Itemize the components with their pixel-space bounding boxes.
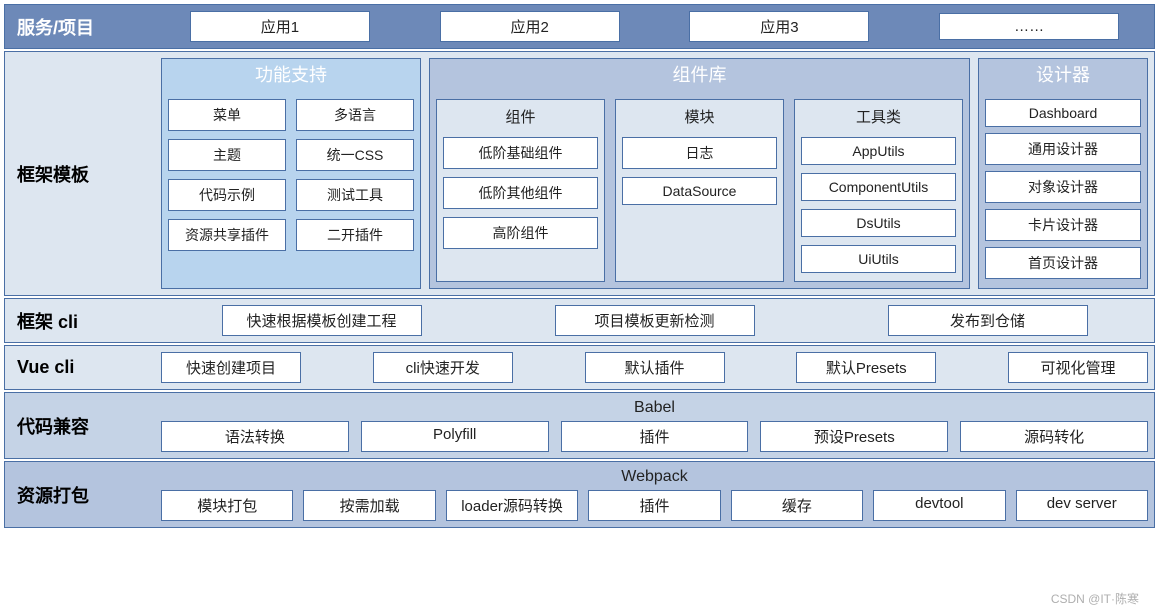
app-box: 应用1 (190, 11, 370, 42)
component-library-title: 组件库 (430, 59, 969, 93)
webpack-item: dev server (1016, 490, 1148, 521)
webpack-item: loader源码转换 (446, 490, 578, 521)
module-item: 日志 (622, 137, 777, 169)
tool-item: UiUtils (801, 245, 956, 273)
code-compat-row: 代码兼容 Babel 语法转换 Polyfill 插件 预设Presets 源码… (4, 392, 1155, 459)
babel-items: 语法转换 Polyfill 插件 预设Presets 源码转化 (161, 421, 1148, 452)
vue-cli-row: Vue cli 快速创建项目 cli快速开发 默认插件 默认Presets 可视… (4, 345, 1155, 390)
babel-item: 语法转换 (161, 421, 349, 452)
framework-template-row: 框架模板 功能支持 菜单 多语言 主题 统一CSS 代码示例 测试工具 资源共享… (4, 51, 1155, 296)
feature-item: 测试工具 (296, 179, 414, 211)
webpack-item: devtool (873, 490, 1005, 521)
vue-cli-label: Vue cli (11, 352, 151, 383)
code-compat-content: Babel 语法转换 Polyfill 插件 预设Presets 源码转化 (161, 399, 1148, 452)
app-box: 应用3 (689, 11, 869, 42)
feature-item: 资源共享插件 (168, 219, 286, 251)
feature-item: 菜单 (168, 99, 286, 131)
babel-item: Polyfill (361, 421, 549, 452)
feature-item: 二开插件 (296, 219, 414, 251)
framework-template-content: 功能支持 菜单 多语言 主题 统一CSS 代码示例 测试工具 资源共享插件 二开… (161, 58, 1148, 289)
component-item: 低阶其他组件 (443, 177, 598, 209)
services-content: 应用1 应用2 应用3 …… (161, 11, 1148, 42)
babel-title: Babel (161, 399, 1148, 417)
feature-item: 统一CSS (296, 139, 414, 171)
components-col-title: 组件 (443, 104, 598, 129)
components-col: 组件 低阶基础组件 低阶其他组件 高阶组件 (436, 99, 605, 282)
tools-col: 工具类 AppUtils ComponentUtils DsUtils UiUt… (794, 99, 963, 282)
tool-item: ComponentUtils (801, 173, 956, 201)
designer-panel: 设计器 Dashboard 通用设计器 对象设计器 卡片设计器 首页设计器 (978, 58, 1148, 289)
designer-item: 对象设计器 (985, 171, 1141, 203)
component-item: 低阶基础组件 (443, 137, 598, 169)
babel-item: 预设Presets (760, 421, 948, 452)
designer-title: 设计器 (979, 59, 1147, 93)
webpack-items: 模块打包 按需加载 loader源码转换 插件 缓存 devtool dev s… (161, 490, 1148, 521)
framework-cli-label: 框架 cli (11, 305, 151, 336)
cli-item: 快速根据模板创建工程 (222, 305, 422, 336)
component-columns: 组件 低阶基础组件 低阶其他组件 高阶组件 模块 日志 DataSource 工… (436, 99, 963, 282)
designer-item: 卡片设计器 (985, 209, 1141, 241)
feature-item: 主题 (168, 139, 286, 171)
vuecli-item: 快速创建项目 (161, 352, 301, 383)
designer-item: 通用设计器 (985, 133, 1141, 165)
feature-item: 代码示例 (168, 179, 286, 211)
babel-item: 源码转化 (960, 421, 1148, 452)
vuecli-item: 可视化管理 (1008, 352, 1148, 383)
feature-support-title: 功能支持 (162, 59, 420, 93)
vuecli-item: 默认插件 (585, 352, 725, 383)
resource-bundle-row: 资源打包 Webpack 模块打包 按需加载 loader源码转换 插件 缓存 … (4, 461, 1155, 528)
feature-item: 多语言 (296, 99, 414, 131)
feature-grid: 菜单 多语言 主题 统一CSS 代码示例 测试工具 资源共享插件 二开插件 (168, 99, 414, 251)
framework-template-label: 框架模板 (11, 58, 151, 289)
framework-cli-row: 框架 cli 快速根据模板创建工程 项目模板更新检测 发布到仓储 (4, 298, 1155, 343)
component-library-panel: 组件库 组件 低阶基础组件 低阶其他组件 高阶组件 模块 日志 DataSour… (429, 58, 970, 289)
code-compat-label: 代码兼容 (11, 399, 151, 452)
webpack-title: Webpack (161, 468, 1148, 486)
cli-item: 项目模板更新检测 (555, 305, 755, 336)
app-box: 应用2 (440, 11, 620, 42)
tools-col-title: 工具类 (801, 104, 956, 129)
module-item: DataSource (622, 177, 777, 205)
cli-item: 发布到仓储 (888, 305, 1088, 336)
tool-item: DsUtils (801, 209, 956, 237)
vuecli-item: 默认Presets (796, 352, 936, 383)
babel-item: 插件 (561, 421, 749, 452)
modules-col-title: 模块 (622, 104, 777, 129)
app-box: …… (939, 13, 1119, 40)
webpack-item: 插件 (588, 490, 720, 521)
resource-bundle-content: Webpack 模块打包 按需加载 loader源码转换 插件 缓存 devto… (161, 468, 1148, 521)
designer-item: Dashboard (985, 99, 1141, 127)
webpack-item: 模块打包 (161, 490, 293, 521)
framework-cli-content: 快速根据模板创建工程 项目模板更新检测 发布到仓储 (161, 305, 1148, 336)
webpack-item: 缓存 (731, 490, 863, 521)
tool-item: AppUtils (801, 137, 956, 165)
vue-cli-content: 快速创建项目 cli快速开发 默认插件 默认Presets 可视化管理 (161, 352, 1148, 383)
services-row: 服务/项目 应用1 应用2 应用3 …… (4, 4, 1155, 49)
feature-support-panel: 功能支持 菜单 多语言 主题 统一CSS 代码示例 测试工具 资源共享插件 二开… (161, 58, 421, 289)
webpack-item: 按需加载 (303, 490, 435, 521)
resource-bundle-label: 资源打包 (11, 468, 151, 521)
modules-col: 模块 日志 DataSource (615, 99, 784, 282)
vuecli-item: cli快速开发 (373, 352, 513, 383)
component-item: 高阶组件 (443, 217, 598, 249)
designer-item: 首页设计器 (985, 247, 1141, 279)
services-label: 服务/项目 (11, 11, 151, 42)
watermark-text: CSDN @IT·陈寒 (1051, 590, 1139, 607)
